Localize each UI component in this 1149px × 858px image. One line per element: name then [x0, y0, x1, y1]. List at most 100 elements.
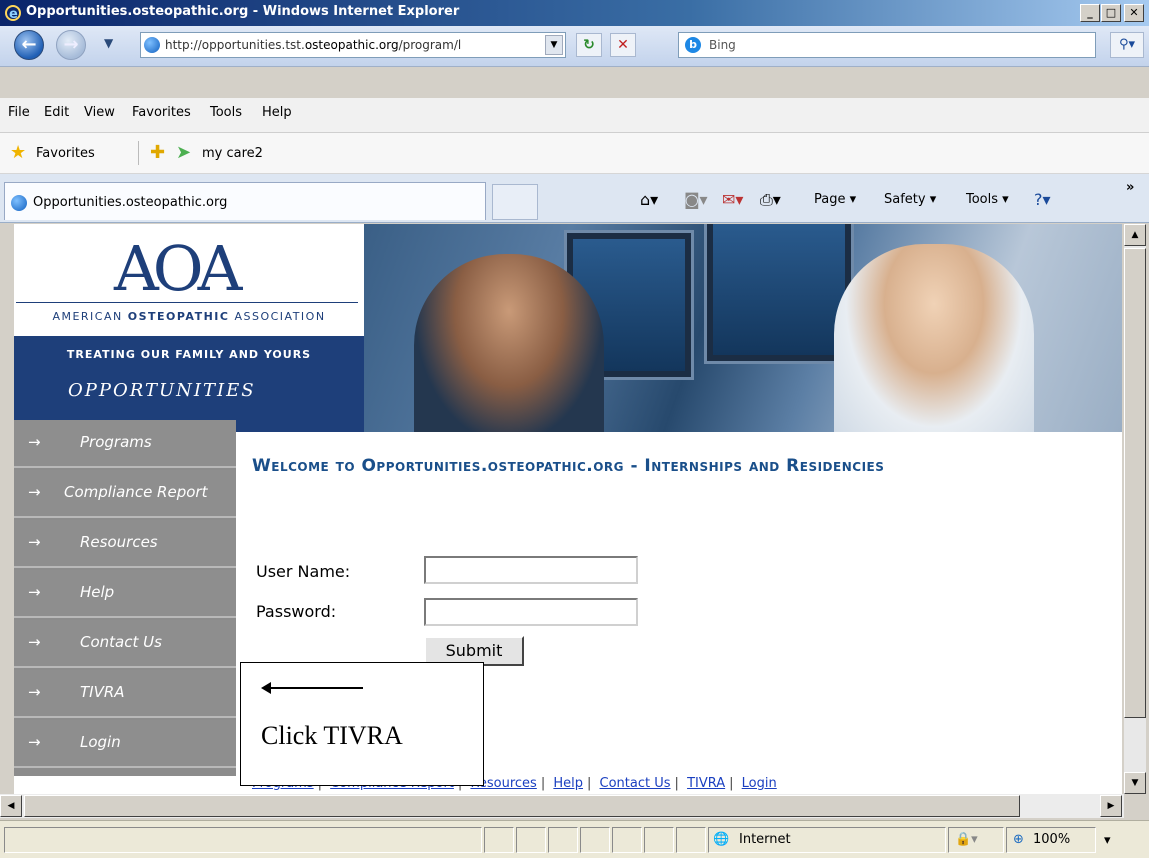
arrow-right-icon: →: [28, 583, 41, 601]
zoom-level: 100%: [1033, 832, 1071, 847]
address-dropdown-icon[interactable]: ▼: [545, 35, 563, 55]
opportunities-brand: OPPORTUNITIES: [68, 380, 256, 401]
site-favicon-icon: [144, 37, 160, 53]
title-bar: e Opportunities.osteopathic.org - Window…: [0, 0, 1149, 26]
forward-button[interactable]: →: [56, 30, 86, 60]
menu-file[interactable]: File: [8, 105, 30, 120]
aoa-logo: AOA AMERICAN OSTEOPATHIC ASSOCIATION: [14, 224, 364, 344]
ie-logo-icon: e: [5, 5, 21, 22]
favorite-link-mycare2[interactable]: my care2: [202, 146, 263, 161]
sidebar-nav: → Programs → Compliance Report → Resources …: [14, 420, 236, 776]
add-favorite-icon[interactable]: ✚: [150, 144, 165, 162]
arrow-right-icon: →: [28, 533, 41, 551]
help-icon[interactable]: ?▾: [1034, 190, 1051, 209]
window-title: Opportunities.osteopathic.org - Windows …: [26, 4, 460, 19]
tagline: TREATING OUR FAMILY AND YOURS: [66, 348, 312, 361]
arrow-right-icon: →: [28, 633, 41, 651]
close-button[interactable]: ✕: [1124, 4, 1144, 22]
horizontal-scroll-thumb[interactable]: [24, 795, 1020, 817]
sidebar-item-tivra[interactable]: → TIVRA: [14, 670, 236, 718]
username-field[interactable]: [424, 556, 638, 584]
tab-bar: Opportunities.osteopathic.org ⌂▾ ◙▾ ✉▾ ⎙…: [0, 174, 1149, 223]
favorites-star-icon: ★: [10, 142, 27, 163]
address-url[interactable]: http://opportunities.tst.osteopathic.org…: [165, 38, 521, 52]
arrow-right-icon: →: [28, 733, 41, 751]
search-button[interactable]: ⚲▾: [1110, 32, 1144, 58]
callout-text: Click TIVRA: [261, 721, 403, 750]
banner-photo: [364, 224, 1122, 432]
sidebar-item-contact-us[interactable]: → Contact Us: [14, 620, 236, 668]
minimize-button[interactable]: _: [1080, 4, 1100, 22]
menu-view[interactable]: View: [84, 105, 115, 120]
menu-help[interactable]: Help: [262, 105, 292, 120]
logo-divider: [16, 302, 358, 303]
recent-pages-dropdown-icon[interactable]: ▼: [104, 36, 113, 50]
zoom-pane[interactable]: ⊕ 100%: [1006, 827, 1096, 853]
footer-link-help[interactable]: Help: [553, 776, 583, 791]
zoom-icon: ⊕: [1013, 832, 1024, 847]
sidebar-item-resources[interactable]: → Resources: [14, 520, 236, 568]
search-box[interactable]: b Bing: [678, 32, 1096, 58]
menu-bar: File Edit View Favorites Tools Help: [0, 98, 1149, 133]
arrow-left-icon: [261, 682, 363, 694]
ie-window: e Opportunities.osteopathic.org - Window…: [0, 0, 1149, 858]
sidebar-item-login[interactable]: → Login: [14, 720, 236, 768]
leaf-icon: ➤: [176, 142, 192, 163]
tab-opportunities[interactable]: Opportunities.osteopathic.org: [4, 182, 486, 220]
page-menu[interactable]: Page ▾: [814, 192, 856, 207]
new-tab-button[interactable]: [492, 184, 538, 220]
mail-icon[interactable]: ✉▾: [722, 190, 743, 209]
refresh-button[interactable]: ↻: [576, 33, 602, 57]
scroll-up-icon[interactable]: ▲: [1124, 224, 1146, 246]
back-button[interactable]: ←: [14, 30, 44, 60]
arrow-right-icon: →: [28, 433, 41, 451]
doctor-figure: [414, 254, 604, 432]
maximize-button[interactable]: □: [1101, 4, 1121, 22]
scroll-right-icon[interactable]: ▶: [1100, 795, 1122, 817]
menu-tools[interactable]: Tools: [210, 105, 242, 120]
menu-favorites[interactable]: Favorites: [132, 105, 191, 120]
globe-icon: 🌐: [713, 832, 730, 847]
username-label: User Name:: [256, 562, 351, 581]
protected-mode-pane[interactable]: 🔒▾: [948, 827, 1004, 853]
scroll-down-icon[interactable]: ▼: [1124, 772, 1146, 794]
tools-menu[interactable]: Tools ▾: [966, 192, 1009, 207]
arrow-right-icon: →: [28, 483, 41, 501]
page-content: AOA AMERICAN OSTEOPATHIC ASSOCIATION TRE…: [14, 224, 1122, 794]
address-toolbar: ← → ▼ http://opportunities.tst.osteopath…: [0, 26, 1149, 67]
footer-link-tivra[interactable]: TIVRA: [687, 776, 725, 791]
svg-text:e: e: [9, 7, 18, 22]
address-bar[interactable]: http://opportunities.tst.osteopathic.org…: [140, 32, 566, 58]
search-placeholder: Bing: [709, 38, 736, 52]
more-commands-icon[interactable]: »: [1126, 180, 1134, 195]
status-text-pane: [4, 827, 482, 853]
tab-favicon-icon: [11, 195, 27, 211]
zoom-dropdown-icon[interactable]: ▾: [1104, 833, 1111, 848]
tab-label: Opportunities.osteopathic.org: [33, 195, 228, 210]
sidebar-item-compliance-report[interactable]: → Compliance Report: [14, 470, 236, 518]
favorites-button[interactable]: Favorites: [36, 146, 95, 161]
feeds-icon[interactable]: ◙▾: [684, 190, 708, 209]
password-field[interactable]: [424, 598, 638, 626]
home-icon[interactable]: ⌂▾: [640, 190, 658, 209]
footer-link-contact-us[interactable]: Contact Us: [600, 776, 671, 791]
vertical-scroll-thumb[interactable]: [1124, 248, 1146, 718]
aoa-logo-mark: AOA: [114, 232, 242, 305]
menu-edit[interactable]: Edit: [44, 105, 69, 120]
safety-menu[interactable]: Safety ▾: [884, 192, 936, 207]
vertical-scrollbar[interactable]: ▲ ▼: [1124, 224, 1146, 794]
sidebar-item-programs[interactable]: → Programs: [14, 420, 236, 468]
association-name: AMERICAN OSTEOPATHIC ASSOCIATION: [52, 310, 326, 323]
zone-label: Internet: [739, 832, 791, 847]
zone-pane: 🌐 Internet: [708, 827, 946, 853]
horizontal-scrollbar[interactable]: ◀ ▶: [0, 794, 1124, 818]
sidebar-item-help[interactable]: → Help: [14, 570, 236, 618]
status-bar: 🌐 Internet 🔒▾ ⊕ 100% ▾: [0, 820, 1149, 858]
print-icon[interactable]: ⎙▾: [760, 190, 781, 210]
scroll-left-icon[interactable]: ◀: [0, 795, 22, 817]
password-label: Password:: [256, 602, 337, 621]
favorites-separator: [138, 141, 139, 165]
annotation-callout: Click TIVRA: [240, 662, 484, 786]
footer-link-login[interactable]: Login: [742, 776, 777, 791]
stop-button[interactable]: ✕: [610, 33, 636, 57]
